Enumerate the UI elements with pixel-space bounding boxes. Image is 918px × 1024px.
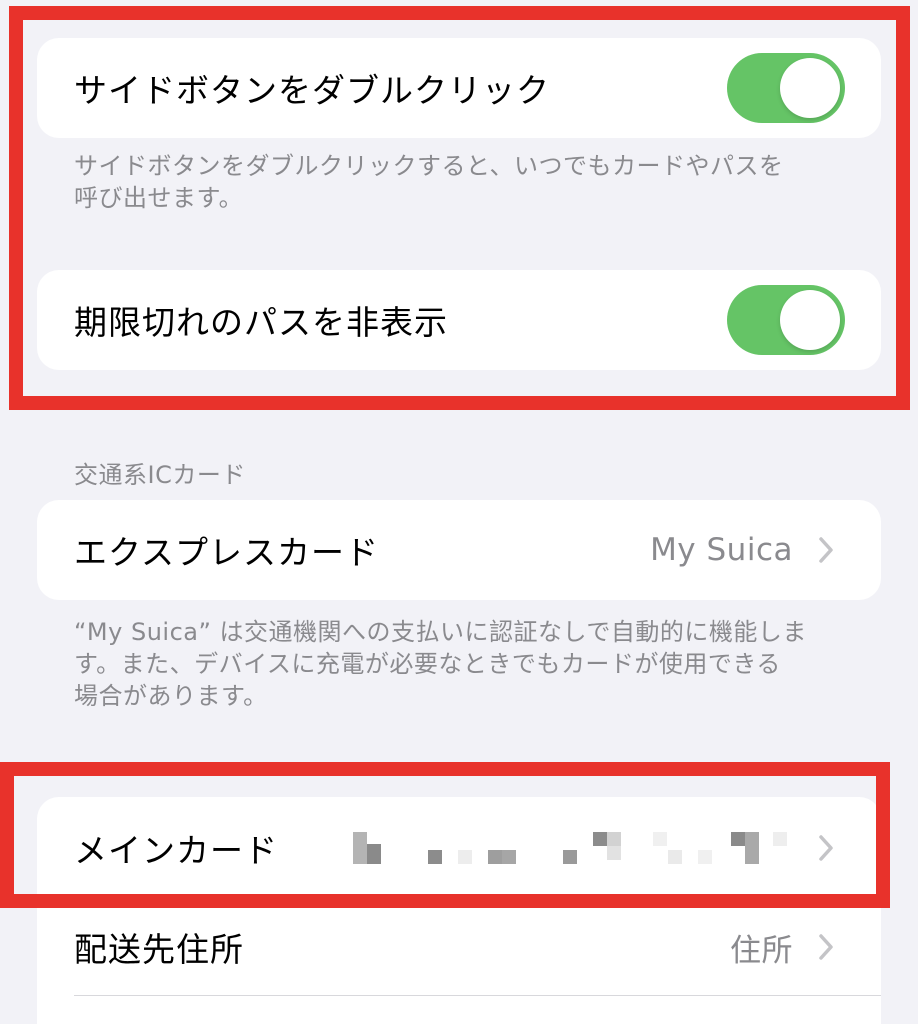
redaction-pixel	[745, 832, 759, 864]
main-card-row[interactable]: メインカード	[37, 797, 881, 899]
double-click-footnote: サイドボタンをダブルクリックすると、いつでもカードやパスを 呼び出せます。	[74, 150, 854, 214]
chevron-right-icon	[807, 928, 845, 966]
transit-section-header: 交通系ICカード	[74, 461, 246, 489]
hide-expired-card: 期限切れのパスを非表示	[37, 270, 881, 370]
redaction-pixel	[698, 850, 712, 864]
hide-expired-row: 期限切れのパスを非表示	[37, 270, 881, 370]
redaction-pixel	[367, 844, 381, 864]
redaction-pixel	[563, 850, 577, 864]
toggle-knob	[780, 290, 840, 350]
payment-card: メインカード 配送先住所 住所	[37, 797, 881, 1024]
double-click-card: サイドボタンをダブルクリック	[37, 38, 881, 138]
express-card-footnote-line3: 場合があります。	[74, 682, 268, 710]
row-divider	[74, 995, 881, 996]
redaction-pixel	[607, 832, 621, 846]
express-card-row[interactable]: エクスプレスカード My Suica	[37, 500, 881, 600]
main-card-label: メインカード	[74, 831, 278, 870]
express-card-card: エクスプレスカード My Suica	[37, 500, 881, 600]
redaction-pixel	[607, 846, 621, 860]
express-card-footnote-line2: す。また、デバイスに充電が必要なときでもカードが使用できる	[74, 650, 781, 678]
double-click-toggle[interactable]	[727, 53, 845, 123]
express-card-value: My Suica	[650, 532, 793, 568]
toggle-knob	[780, 58, 840, 118]
redaction-pixel	[653, 832, 667, 846]
hide-expired-label: 期限切れのパスを非表示	[74, 303, 448, 342]
redaction-pixel	[502, 850, 516, 864]
express-card-label: エクスプレスカード	[74, 533, 380, 572]
redaction-pixel	[488, 850, 502, 864]
shipping-address-label: 配送先住所	[74, 930, 244, 969]
redaction-pixel	[773, 832, 787, 846]
redaction-pixel	[731, 832, 745, 846]
shipping-address-value: 住所	[730, 932, 793, 969]
main-card-value-redacted	[353, 828, 793, 868]
express-card-footnote-line1: “My Suica” は交通機関への支払いに認証なしで自動的に機能しま	[74, 618, 807, 646]
express-card-footnote: “My Suica” は交通機関への支払いに認証なしで自動的に機能しま す。また…	[74, 616, 854, 712]
redaction-pixel	[458, 850, 472, 864]
chevron-right-icon	[807, 829, 845, 867]
redaction-pixel	[593, 832, 607, 846]
redaction-pixel	[428, 850, 442, 864]
double-click-label: サイドボタンをダブルクリック	[74, 71, 550, 110]
chevron-right-icon	[807, 531, 845, 569]
hide-expired-toggle[interactable]	[727, 285, 845, 355]
redaction-pixel	[668, 850, 682, 864]
double-click-row: サイドボタンをダブルクリック	[37, 38, 881, 138]
redaction-pixel	[353, 832, 367, 864]
double-click-footnote-line2: 呼び出せます。	[74, 184, 244, 212]
shipping-address-row[interactable]: 配送先住所 住所	[37, 899, 881, 995]
double-click-footnote-line1: サイドボタンをダブルクリックすると、いつでもカードやパスを	[74, 152, 784, 180]
